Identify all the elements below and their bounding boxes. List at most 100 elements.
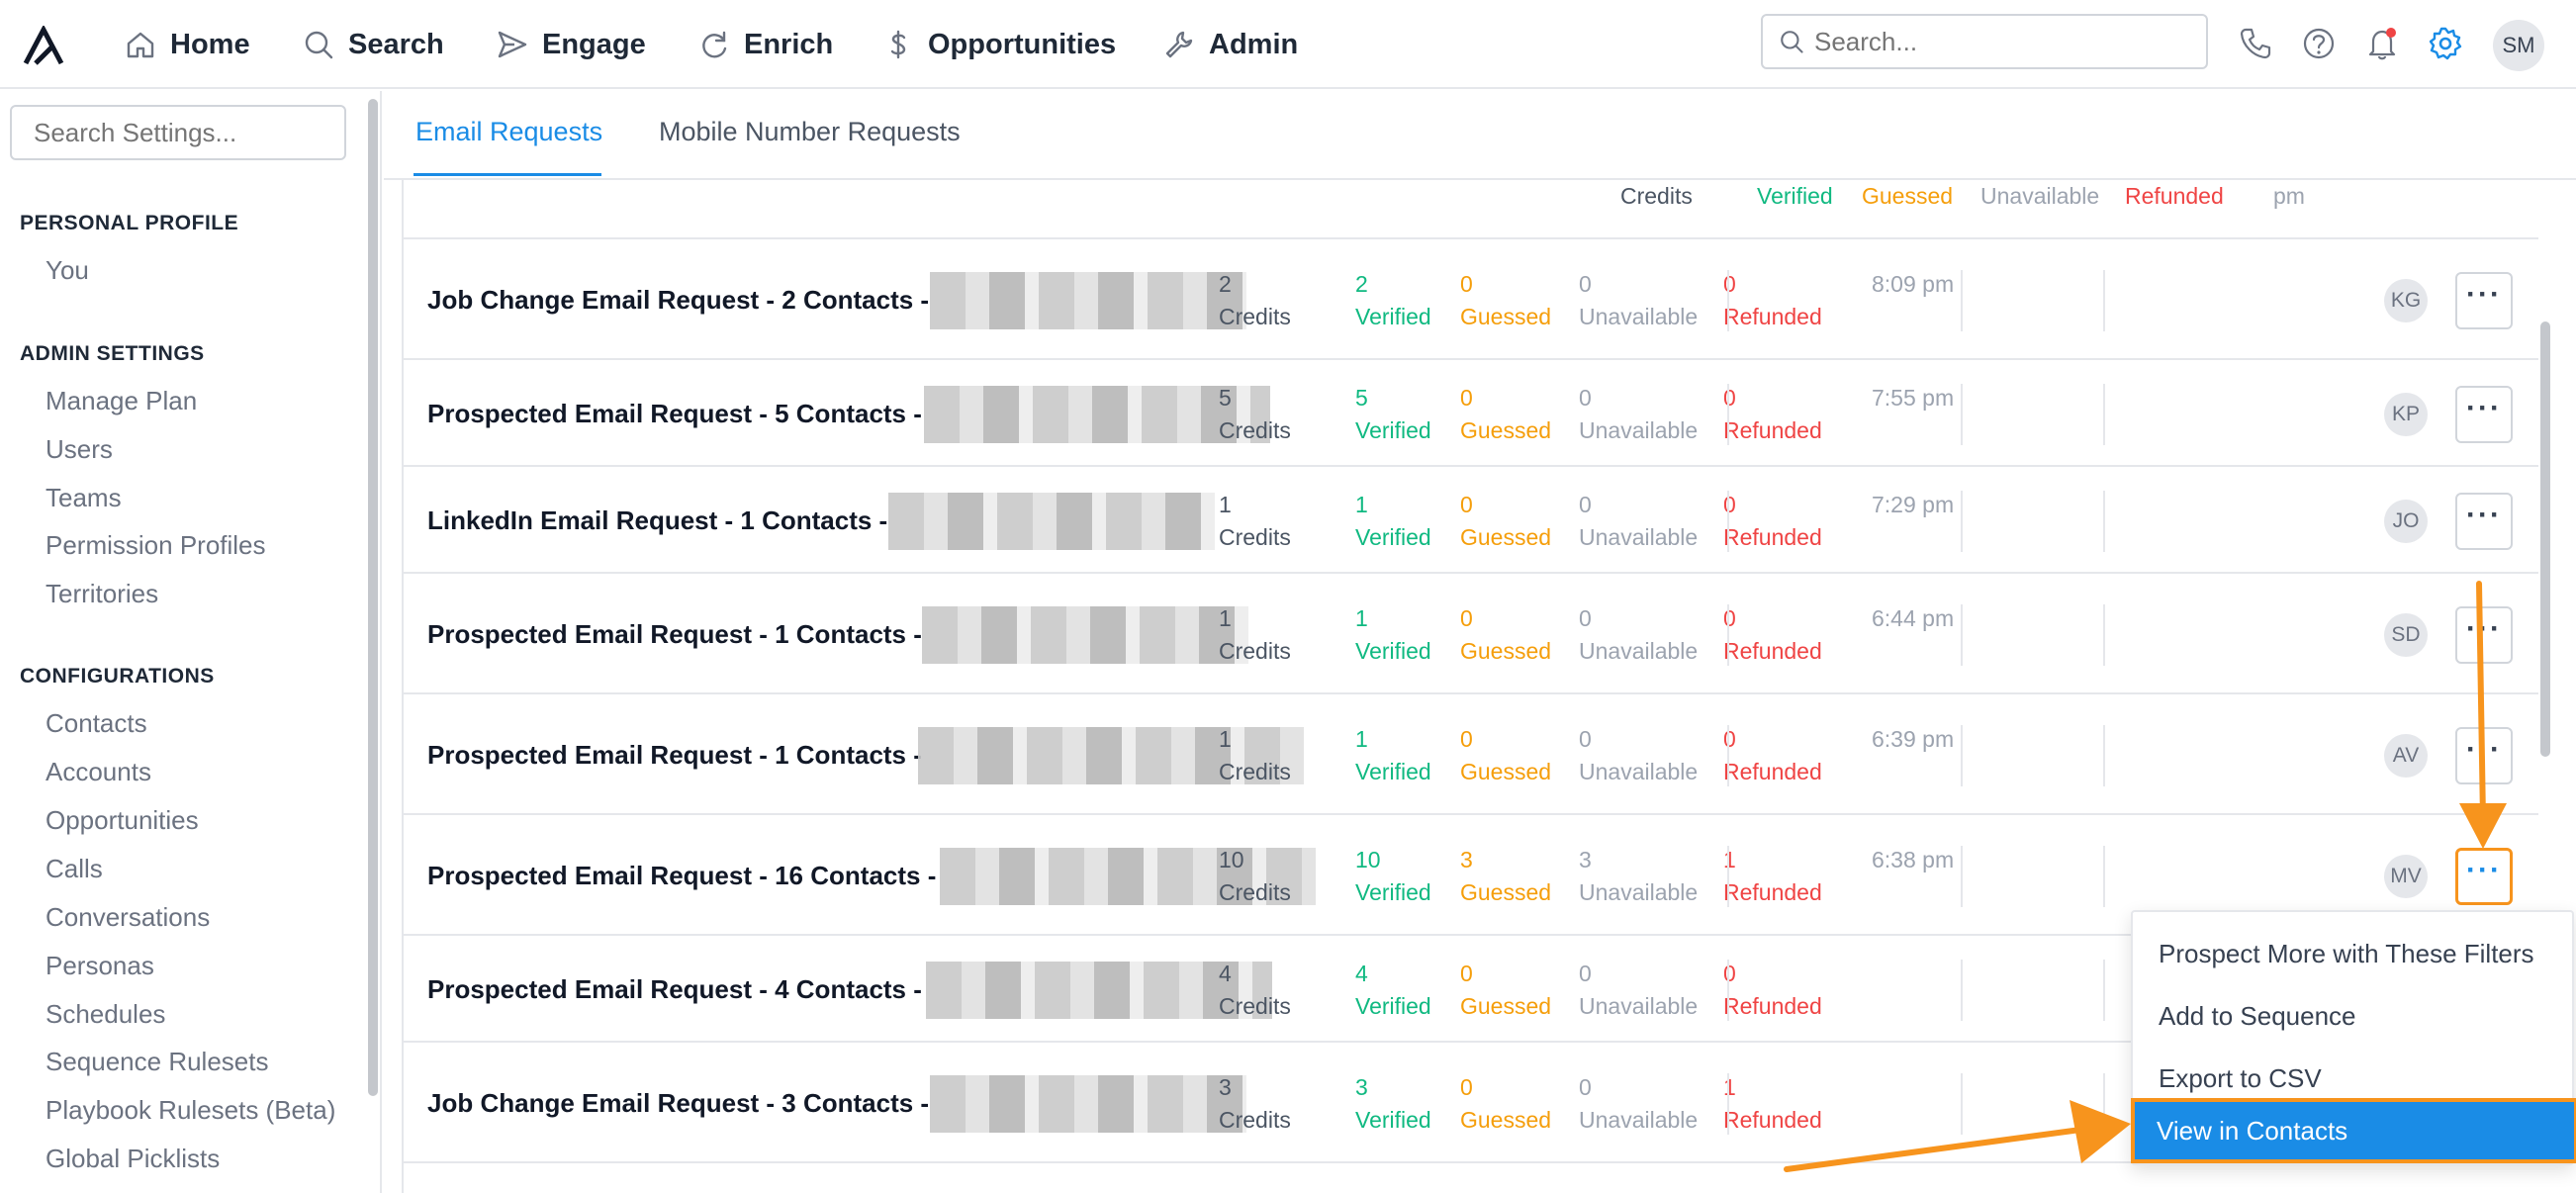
- global-search-input[interactable]: [1814, 26, 2190, 57]
- request-title[interactable]: Prospected Email Request - 16 Contacts -: [427, 861, 936, 891]
- phone-icon[interactable]: [2238, 26, 2273, 61]
- nav-enrich[interactable]: Enrich: [698, 24, 833, 65]
- table-row[interactable]: Prospected Email Request - 1 Contacts - …: [402, 696, 2538, 815]
- credits-count: 1 Credits: [1219, 602, 1291, 668]
- menu-item-view-in-contacts[interactable]: View in Contacts: [2131, 1098, 2576, 1163]
- refunded-count-value: 0: [1723, 271, 1736, 297]
- sidebar-item-contacts[interactable]: Contacts: [46, 708, 147, 739]
- unavailable-count-label: Unavailable: [1579, 304, 1699, 329]
- verified-count: 3 Verified: [1355, 1071, 1431, 1137]
- sidebar-item-global-picklists[interactable]: Global Picklists: [46, 1144, 220, 1174]
- credits-count-label: Credits: [1219, 524, 1291, 550]
- sidebar-item-permission-profiles[interactable]: Permission Profiles: [46, 530, 266, 561]
- unavailable-count: 0 Unavailable: [1579, 1071, 1698, 1137]
- refunded-count: 0 Refunded: [1723, 723, 1822, 788]
- sidebar-item-calls[interactable]: Calls: [46, 854, 103, 884]
- guessed-count-value: 0: [1460, 605, 1473, 631]
- global-search[interactable]: [1761, 14, 2208, 69]
- guessed-count-value: 0: [1460, 271, 1473, 297]
- request-title[interactable]: Prospected Email Request - 5 Contacts -: [427, 399, 922, 429]
- nav-opportunities[interactable]: Opportunities: [882, 24, 1116, 65]
- credits-count: 1 Credits: [1219, 489, 1291, 554]
- app-logo[interactable]: [22, 26, 65, 65]
- more-options-button[interactable]: ···: [2455, 727, 2513, 784]
- request-title[interactable]: Prospected Email Request - 4 Contacts -: [427, 974, 922, 1005]
- unavailable-count-value: 0: [1579, 492, 1592, 517]
- sidebar-item-territories[interactable]: Territories: [46, 579, 158, 609]
- nav-admin-label: Admin: [1209, 28, 1299, 60]
- table-row[interactable]: Prospected Email Request - 1 Contacts - …: [402, 576, 2538, 694]
- column-divider: [2103, 604, 2105, 666]
- table-row[interactable]: Credits Verified Guessed Unavailable Ref…: [402, 180, 2538, 239]
- sidebar-item-conversations[interactable]: Conversations: [46, 902, 210, 933]
- credits-count: 3 Credits: [1219, 1071, 1291, 1137]
- refunded-label: Refunded: [2125, 183, 2224, 209]
- nav-enrich-label: Enrich: [744, 28, 834, 60]
- sidebar-item-users[interactable]: Users: [46, 434, 113, 465]
- refunded-count-label: Refunded: [1723, 1107, 1822, 1133]
- unavailable-count-label: Unavailable: [1579, 1107, 1699, 1133]
- nav-engage[interactable]: Engage: [497, 24, 646, 65]
- column-divider: [1961, 1073, 1963, 1135]
- ellipsis-icon: ···: [2466, 733, 2502, 766]
- sidebar-item-schedules[interactable]: Schedules: [46, 999, 165, 1030]
- more-options-button[interactable]: ···: [2455, 493, 2513, 550]
- sidebar-item-sequence-rulesets[interactable]: Sequence Rulesets: [46, 1047, 268, 1077]
- column-divider: [1727, 491, 1729, 552]
- table-row[interactable]: Prospected Email Request - 5 Contacts - …: [402, 362, 2538, 467]
- column-divider: [2103, 1073, 2105, 1135]
- nav-home[interactable]: Home: [125, 24, 250, 65]
- verified-count: 1 Verified: [1355, 723, 1431, 788]
- unavailable-count-label: Unavailable: [1579, 759, 1699, 784]
- help-icon[interactable]: [2301, 26, 2337, 61]
- credits-count: 4 Credits: [1219, 958, 1291, 1023]
- nav-admin[interactable]: Admin: [1163, 24, 1298, 65]
- table-row[interactable]: Job Change Email Request - 2 Contacts - …: [402, 241, 2538, 360]
- guessed-count-value: 0: [1460, 726, 1473, 752]
- notification-bell-icon[interactable]: [2364, 26, 2400, 61]
- sidebar-item-accounts[interactable]: Accounts: [46, 757, 151, 787]
- sidebar-item-manage-plan[interactable]: Manage Plan: [46, 386, 197, 416]
- tab-mobile-number-requests[interactable]: Mobile Number Requests: [659, 117, 961, 147]
- request-title[interactable]: LinkedIn Email Request - 1 Contacts -: [427, 505, 887, 536]
- more-options-button[interactable]: ···: [2455, 848, 2513, 905]
- credits-count: 2 Credits: [1219, 268, 1291, 333]
- sidebar-scrollbar[interactable]: [368, 99, 378, 1096]
- sidebar-item-you[interactable]: You: [46, 255, 89, 286]
- menu-item-prospect-more[interactable]: Prospect More with These Filters: [2133, 924, 2576, 983]
- redacted-name: [922, 606, 1248, 664]
- request-title[interactable]: Prospected Email Request - 1 Contacts -: [427, 619, 922, 650]
- credits-count-label: Credits: [1219, 759, 1291, 784]
- sidebar-item-personas[interactable]: Personas: [46, 951, 154, 981]
- row-actions-menu: Prospect More with These Filters Add to …: [2131, 910, 2576, 1165]
- unavailable-count-label: Unavailable: [1579, 993, 1699, 1019]
- unavailable-count: 3 Unavailable: [1579, 844, 1698, 909]
- nav-search[interactable]: Search: [303, 24, 444, 65]
- credits-label: Credits: [1620, 183, 1693, 209]
- settings-gear-icon[interactable]: [2428, 26, 2463, 61]
- refunded-count: 0 Refunded: [1723, 958, 1822, 1023]
- credits-count-value: 3: [1219, 1074, 1232, 1100]
- guessed-count-value: 3: [1460, 847, 1473, 872]
- settings-search-input[interactable]: [10, 105, 346, 160]
- unavailable-count: 0 Unavailable: [1579, 602, 1698, 668]
- table-row[interactable]: LinkedIn Email Request - 1 Contacts - 1 …: [402, 469, 2538, 574]
- sidebar-item-teams[interactable]: Teams: [46, 483, 122, 513]
- guessed-count-label: Guessed: [1460, 1107, 1552, 1133]
- nav-home-label: Home: [170, 28, 250, 60]
- request-title[interactable]: Job Change Email Request - 3 Contacts -: [427, 1088, 929, 1119]
- send-icon: [498, 31, 527, 58]
- tab-email-requests[interactable]: Email Requests: [415, 117, 602, 147]
- sidebar-item-playbook-rulesets[interactable]: Playbook Rulesets (Beta): [46, 1095, 335, 1126]
- more-options-button[interactable]: ···: [2455, 272, 2513, 329]
- request-time: 6:38 pm: [1872, 847, 1955, 872]
- list-scrollbar[interactable]: [2540, 321, 2550, 757]
- user-avatar[interactable]: SM: [2493, 20, 2544, 71]
- more-options-button[interactable]: ···: [2455, 606, 2513, 664]
- menu-item-add-to-sequence[interactable]: Add to Sequence: [2133, 986, 2576, 1046]
- sidebar-item-opportunities[interactable]: Opportunities: [46, 805, 199, 836]
- request-title[interactable]: Prospected Email Request - 1 Contacts -: [427, 740, 922, 771]
- more-options-button[interactable]: ···: [2455, 386, 2513, 443]
- verified-label: Verified: [1757, 183, 1833, 209]
- request-title[interactable]: Job Change Email Request - 2 Contacts -: [427, 285, 929, 316]
